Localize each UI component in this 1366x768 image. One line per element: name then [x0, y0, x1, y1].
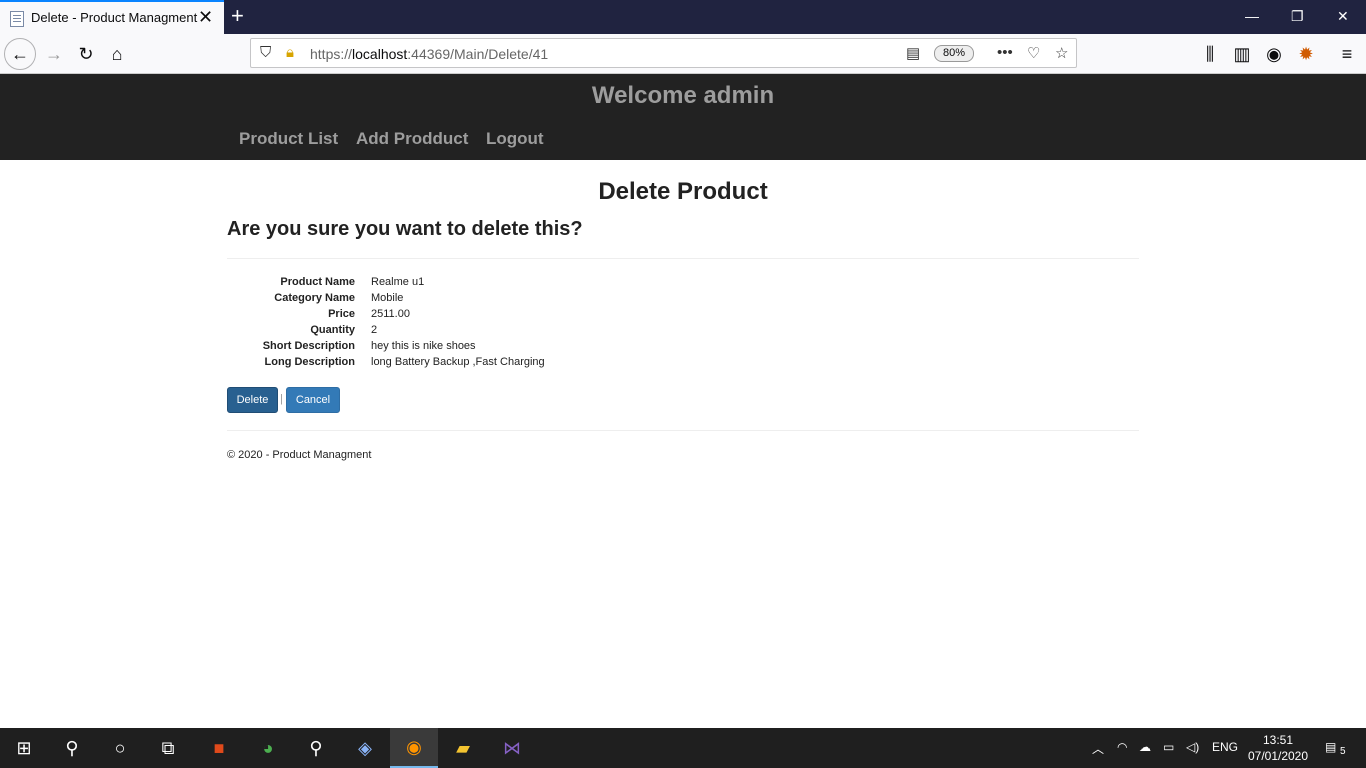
detail-label: Long Description — [264, 356, 355, 368]
restore-icon[interactable]: ❐ — [1291, 5, 1304, 27]
cancel-button[interactable]: Cancel — [286, 387, 340, 413]
extension-icon[interactable]: ✹ — [1290, 38, 1322, 70]
clock[interactable]: 13:51 07/01/2020 — [1244, 732, 1312, 764]
url-text[interactable]: https://localhost:44369/Main/Delete/41 — [310, 46, 548, 62]
language-indicator[interactable]: ENG — [1212, 740, 1238, 754]
delete-button[interactable]: Delete — [227, 387, 278, 413]
notification-icon[interactable]: ▤ — [1325, 740, 1336, 754]
firefox-app-icon[interactable]: ◉ — [390, 728, 438, 768]
clock-date: 07/01/2020 — [1247, 749, 1309, 763]
forward-icon[interactable]: → — [38, 38, 70, 70]
detail-label: Quantity — [310, 324, 355, 336]
show-hidden-icons-icon[interactable]: ︿ — [1092, 740, 1104, 757]
taskbar: ⊞ ⚲ ○ ⧉ ■ ◕ ⚲ ◈ ◉ ▰ ⋈ ︿ ◠ ☁ ▭ ◁) ENG 13:… — [0, 728, 1366, 768]
detail-value: Realme u1 — [371, 276, 425, 288]
chrome-app-icon[interactable]: ◕ — [244, 728, 292, 768]
welcome-text: Welcome admin — [591, 82, 775, 109]
site-header: Welcome admin Product List Add Prodduct … — [0, 74, 1366, 160]
file-explorer-icon[interactable]: ▰ — [439, 728, 487, 768]
notification-count: 5 — [1340, 746, 1346, 757]
reader-view-icon[interactable]: ▤ — [906, 44, 920, 62]
detail-value: Mobile — [371, 292, 404, 304]
back-icon[interactable]: ← — [4, 38, 36, 70]
document-icon — [10, 11, 24, 27]
detail-value: hey this is nike shoes — [371, 340, 476, 352]
task-view-icon[interactable]: ⧉ — [144, 728, 192, 768]
url-bar[interactable]: ⛉ 🔒︎ https://localhost:44369/Main/Delete… — [250, 38, 1077, 68]
tab-title: Delete - Product Managment — [31, 10, 198, 25]
zoom-badge[interactable]: 80% — [934, 45, 974, 62]
button-separator: | — [280, 393, 283, 405]
detail-label: Product Name — [280, 276, 355, 288]
browser-tab-strip: Delete - Product Managment ✕ + — ❐ ✕ — [0, 0, 1366, 34]
bookmark-star-icon[interactable]: ☆ — [1055, 44, 1068, 62]
page-title: Delete Product — [598, 178, 768, 205]
account-icon[interactable]: ◉ — [1258, 38, 1290, 70]
browser-toolbar: ← → ↻ ⌂ ⛉ 🔒︎ https://localhost:44369/Mai… — [0, 34, 1366, 74]
minimize-icon[interactable]: — — [1245, 5, 1259, 27]
detail-value: long Battery Backup ,Fast Charging — [371, 356, 545, 368]
magnifier-app-icon[interactable]: ⚲ — [292, 728, 340, 768]
detail-label: Short Description — [262, 340, 355, 352]
browser-tab-active[interactable]: Delete - Product Managment ✕ — [0, 0, 224, 34]
shield-icon[interactable]: ⛉ — [260, 44, 271, 61]
start-icon[interactable]: ⊞ — [0, 728, 48, 768]
volume-icon[interactable]: ◁) — [1186, 740, 1199, 754]
nav-add-product[interactable]: Add Prodduct — [356, 129, 468, 149]
menu-icon[interactable]: ≡ — [1331, 38, 1363, 70]
divider — [227, 430, 1139, 431]
nav-logout[interactable]: Logout — [486, 129, 544, 149]
footer-text: © 2020 - Product Managment — [227, 449, 372, 461]
detail-label: Category Name — [274, 292, 355, 304]
library-icon[interactable]: ⫼ — [1194, 38, 1226, 70]
confirm-question: Are you sure you want to delete this? — [227, 218, 583, 240]
sidebar-icon[interactable]: ▥ — [1226, 38, 1258, 70]
close-tab-icon[interactable]: ✕ — [198, 8, 213, 26]
home-icon[interactable]: ⌂ — [101, 38, 133, 70]
virtualbox-app-icon[interactable]: ◈ — [341, 728, 389, 768]
detail-value: 2511.00 — [371, 308, 410, 320]
pocket-icon[interactable]: ♡ — [1027, 44, 1040, 62]
winrar-app-icon[interactable]: ■ — [195, 728, 243, 768]
visual-studio-icon[interactable]: ⋈ — [488, 728, 536, 768]
battery-icon[interactable]: ▭ — [1163, 740, 1174, 754]
cortana-icon[interactable]: ○ — [96, 728, 144, 768]
more-actions-icon[interactable]: ••• — [997, 44, 1013, 61]
nav-product-list[interactable]: Product List — [239, 129, 338, 149]
clock-time: 13:51 — [1262, 733, 1294, 747]
lock-warning-icon[interactable]: 🔒︎ — [286, 44, 294, 61]
detail-label: Price — [328, 308, 355, 320]
new-tab-icon[interactable]: + — [231, 3, 244, 29]
reload-icon[interactable]: ↻ — [70, 38, 102, 70]
search-icon[interactable]: ⚲ — [48, 728, 96, 768]
close-window-icon[interactable]: ✕ — [1337, 5, 1349, 27]
wifi-icon[interactable]: ◠ — [1117, 740, 1127, 754]
detail-value: 2 — [371, 324, 378, 336]
divider — [227, 258, 1139, 259]
onedrive-icon[interactable]: ☁ — [1139, 740, 1151, 754]
